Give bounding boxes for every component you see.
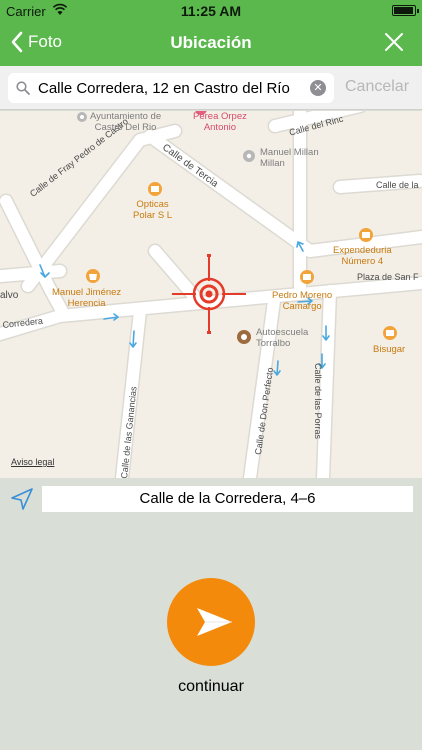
search-field: ✕: [8, 73, 334, 103]
continue-label[interactable]: continuar: [0, 678, 422, 696]
clear-search-button[interactable]: ✕: [310, 80, 326, 96]
poi-label-perea: Perea Orpez Antonio: [193, 111, 247, 133]
search-input[interactable]: [38, 77, 306, 99]
page-title: Ubicación: [170, 33, 252, 52]
poi-label-pedro: Pedro Moreno Camargo: [272, 290, 333, 312]
search-icon: [16, 81, 30, 95]
poi-label-ayuntamiento: Ayuntamiento de Castro Del Rio: [90, 111, 162, 133]
address-bar: Calle de la Corredera, 4–6: [0, 478, 422, 520]
address-field: Calle de la Corredera, 4–6: [42, 486, 413, 512]
street-label-porras: Calle de las Porras: [313, 363, 323, 440]
close-icon: [385, 33, 403, 51]
battery-fill: [394, 7, 413, 14]
status-bar: Carrier 11:25 AM: [0, 0, 422, 22]
continue-button[interactable]: [167, 578, 255, 666]
location-arrow-icon: [11, 488, 33, 510]
poi-label-autoescuela: Autoescuela Torralbo: [256, 327, 309, 349]
close-button[interactable]: [384, 32, 404, 57]
chevron-left-icon: [11, 31, 23, 53]
status-time: 11:25 AM: [180, 3, 242, 19]
cancel-button[interactable]: Cancelar: [345, 78, 409, 96]
poi-label-manuel-millan: Manuel Millan Millan: [260, 147, 319, 169]
map-view[interactable]: Calle de Fray Pedro de Castro Calle de T…: [0, 111, 422, 478]
battery-icon: [392, 5, 419, 16]
street-label-alvo: alvo: [0, 290, 19, 301]
search-bar: ✕ Cancelar: [0, 66, 422, 110]
nav-bar: Foto Ubicación: [0, 22, 422, 66]
back-label: Foto: [28, 32, 63, 51]
poi-label-bisugar: Bisugar: [373, 344, 406, 355]
current-location-button[interactable]: [10, 487, 34, 516]
back-button[interactable]: Foto: [10, 31, 62, 53]
street-label-plaza: Plaza de San F: [357, 272, 419, 282]
legal-link[interactable]: Aviso legal: [11, 457, 54, 467]
send-arrow-icon: [197, 608, 232, 636]
poi-label-manuel-jimenez: Manuel Jiménez Herencia: [52, 287, 122, 309]
poi-label-opticas: Opticas Polar S L: [133, 199, 173, 221]
street-label-la: Calle de la: [376, 180, 419, 190]
poi-label-expendeduria: Expendeduria Número 4: [333, 245, 392, 267]
target-marker-icon: [172, 254, 246, 334]
